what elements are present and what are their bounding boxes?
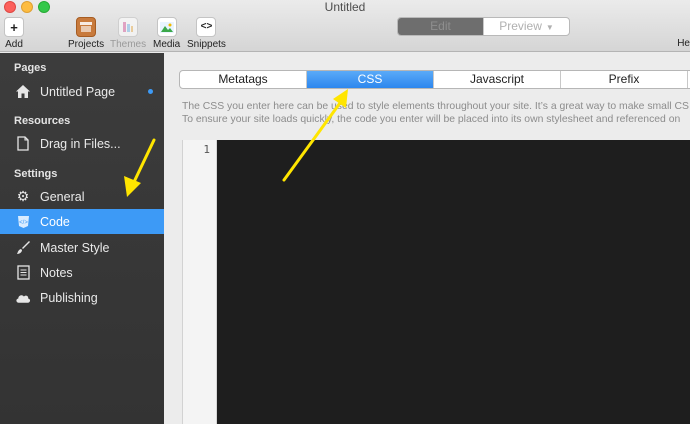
pages-header: Pages (14, 62, 47, 74)
sidebar-item-general[interactable]: ⚙ General (0, 184, 164, 209)
sidebar-item-label: Untitled Page (40, 84, 116, 99)
projects-icon (76, 17, 97, 37)
sidebar-item-label: Code (40, 214, 70, 229)
tab-metatags[interactable]: Metatags (180, 71, 307, 88)
code-brackets-icon: <> (196, 17, 217, 37)
sidebar-item-code[interactable]: </> Code (0, 209, 164, 234)
media-label: Media (153, 39, 181, 50)
window-title: Untitled (324, 0, 366, 14)
code-tabs: Metatags CSS Javascript Prefix (179, 70, 690, 89)
description-line-1: The CSS you enter here can be used to st… (182, 101, 689, 112)
sidebar-item-untitled-page[interactable]: Untitled Page (0, 79, 164, 104)
resources-header: Resources (14, 115, 71, 127)
projects-label: Projects (68, 39, 105, 50)
sidebar-item-master-style[interactable]: Master Style (0, 235, 164, 260)
snippets-button[interactable]: <> Snippets (187, 17, 226, 50)
preview-mode-button[interactable]: Preview ▼ (483, 18, 569, 35)
palette-icon (118, 17, 139, 37)
add-button[interactable]: + Add (4, 17, 24, 50)
home-icon (15, 84, 31, 100)
gear-icon: ⚙ (16, 188, 30, 204)
code-shield-icon: </> (15, 214, 31, 230)
tab-css[interactable]: CSS (307, 71, 434, 88)
help-button[interactable]: He (677, 38, 690, 49)
snippets-label: Snippets (187, 39, 226, 50)
line-number-gutter: 1 (183, 140, 217, 424)
sidebar-item-drag-in-files[interactable]: Drag in Files... (0, 131, 164, 156)
sidebar-item-publishing[interactable]: Publishing (0, 285, 164, 310)
svg-text:</>: </> (19, 220, 28, 226)
themes-button[interactable]: Themes (110, 17, 146, 50)
css-code-editor[interactable]: 1 (182, 140, 690, 424)
sidebar-item-label: Drag in Files... (40, 136, 121, 151)
mode-switch: Edit Preview ▼ (397, 17, 570, 36)
brush-icon (15, 240, 31, 256)
cloud-icon (15, 290, 31, 306)
sidebar-item-label: Master Style (40, 240, 110, 255)
add-label: Add (5, 39, 23, 50)
tab-javascript[interactable]: Javascript (434, 71, 561, 88)
settings-header: Settings (14, 168, 58, 180)
unsaved-dot-icon (148, 89, 153, 94)
code-text-area[interactable] (217, 140, 690, 424)
themes-label: Themes (110, 39, 147, 50)
image-icon (156, 17, 177, 37)
preview-label: Preview (499, 19, 542, 33)
line-number: 1 (203, 143, 210, 156)
code-settings-panel: Metatags CSS Javascript Prefix The CSS y… (165, 53, 690, 424)
notes-icon (15, 265, 31, 281)
tab-prefix[interactable]: Prefix (561, 71, 688, 88)
window-titlebar: Untitled + Add Projects Themes Media <> … (0, 0, 690, 52)
media-button[interactable]: Media (153, 17, 180, 50)
sidebar-item-label: Notes (40, 265, 73, 280)
sidebar-item-label: Publishing (40, 290, 98, 305)
projects-button[interactable]: Projects (68, 17, 104, 50)
description-line-2: To ensure your site loads quickly, the c… (182, 114, 681, 125)
css-description: The CSS you enter here can be used to st… (182, 100, 690, 126)
sidebar-item-notes[interactable]: Notes (0, 260, 164, 285)
file-icon (15, 136, 31, 152)
edit-mode-button[interactable]: Edit (398, 18, 483, 35)
sidebar: Pages Untitled Page Resources Drag in Fi… (0, 53, 164, 424)
sidebar-item-label: General (40, 189, 85, 204)
plus-icon: + (4, 17, 24, 37)
chevron-down-icon: ▼ (545, 23, 554, 32)
